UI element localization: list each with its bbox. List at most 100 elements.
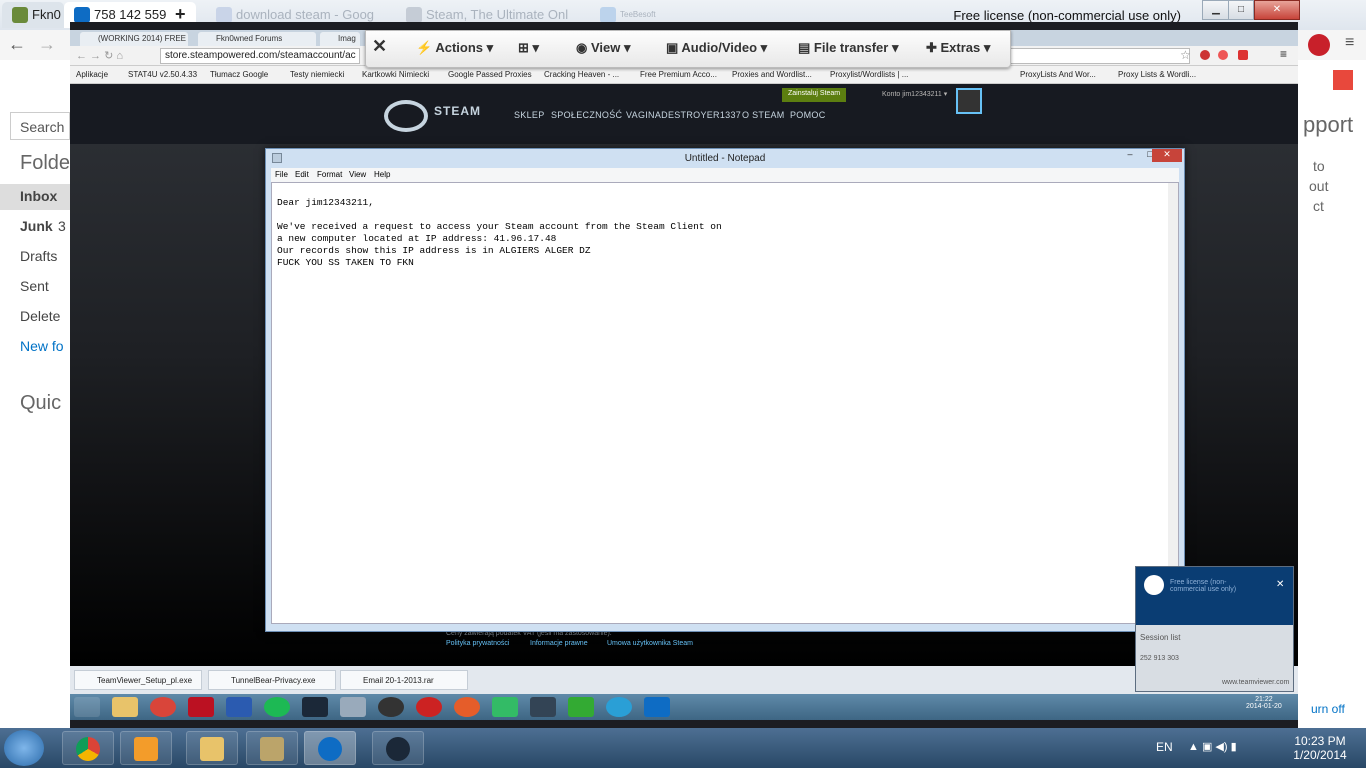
tv-view-button[interactable]: ◉ View ▾ <box>576 40 631 56</box>
close-button[interactable]: ✕ <box>1254 0 1300 20</box>
menu-file[interactable]: File <box>275 170 288 179</box>
tv-close-icon[interactable]: ✕ <box>372 36 387 57</box>
taskbar-chrome[interactable] <box>62 731 114 765</box>
forward-icon[interactable]: → <box>38 34 56 55</box>
inner-url-field-right[interactable] <box>1000 48 1190 64</box>
taskbar-teamviewer[interactable] <box>304 731 356 765</box>
folder-drafts[interactable]: Drafts <box>20 248 57 264</box>
notepad-text-area[interactable]: Dear jim12343211, We've received a reque… <box>271 182 1179 624</box>
taskbar-explorer[interactable] <box>186 731 238 765</box>
bookmark-proxylists-and[interactable]: ProxyLists And Wor... <box>1020 70 1096 79</box>
folder-sent[interactable]: Sent <box>20 278 49 294</box>
download-item[interactable]: TeamViewer_Setup_pl.exe <box>74 670 202 690</box>
inner-tab-image[interactable]: Imag <box>320 32 360 46</box>
menu-icon[interactable]: ≡ <box>1345 34 1354 52</box>
inner-app3-icon[interactable] <box>378 697 404 717</box>
steam-logo-icon[interactable] <box>384 100 428 132</box>
notepad-scrollbar[interactable] <box>1168 183 1178 623</box>
folder-junk[interactable]: Junk <box>20 218 53 234</box>
bookmark-proxylist[interactable]: Proxylist/Wordlists | ... <box>830 70 908 79</box>
office-icon[interactable] <box>1333 70 1353 90</box>
inner-skype-icon[interactable] <box>606 697 632 717</box>
outer-tab-fkn0[interactable]: Fkn0 <box>2 2 64 28</box>
install-steam-button[interactable]: Zainstaluj Steam <box>782 88 847 102</box>
bookmark-kartkowki[interactable]: Kartkowki Nimiecki <box>362 70 429 79</box>
bookmark-free-premium[interactable]: Free Premium Acco... <box>640 70 717 79</box>
tv-extras-button[interactable]: ✚ Extras ▾ <box>926 40 990 56</box>
inner-nav-icons[interactable]: ← → ↻ ⌂ <box>76 49 123 62</box>
inner-url-field[interactable]: store.steampowered.com/steamaccount/ac <box>160 48 360 64</box>
taskbar-media-player[interactable] <box>120 731 172 765</box>
bookmark-cracking[interactable]: Cracking Heaven - ... <box>544 70 619 79</box>
inner-teamviewer-icon[interactable] <box>644 697 670 717</box>
tv-panel-close-icon[interactable]: ✕ <box>1276 579 1284 590</box>
menu-view[interactable]: View <box>349 170 366 179</box>
ssa-link[interactable]: Umowa użytkownika Steam <box>607 640 693 647</box>
star-icon[interactable]: ☆ <box>1180 48 1191 62</box>
inner-app6-icon[interactable] <box>492 697 518 717</box>
nav-profile[interactable]: VAGINADESTROYER1337 <box>626 110 741 120</box>
ext-red-icon[interactable] <box>1200 50 1210 60</box>
tv-panel-icons[interactable] <box>1136 603 1293 625</box>
inner-spotify-icon[interactable] <box>264 697 290 717</box>
extension-icon[interactable] <box>1308 34 1330 56</box>
start-button[interactable] <box>4 730 44 766</box>
tv-session-id[interactable]: 252 913 303 <box>1140 655 1179 662</box>
bookmark-translate[interactable]: Tłumacz Google <box>210 70 268 79</box>
privacy-link[interactable]: Polityka prywatności <box>446 640 509 647</box>
bookmark-testy[interactable]: Testy niemiecki <box>290 70 344 79</box>
download-item[interactable]: Email 20-1-2013.rar <box>340 670 468 690</box>
bookmark-proxies-wordlists[interactable]: Proxies and Wordlist... <box>732 70 812 79</box>
folder-deleted[interactable]: Delete <box>20 308 60 324</box>
adblock-icon[interactable] <box>1238 50 1248 60</box>
inner-start-icon[interactable] <box>74 697 100 717</box>
bookmark-proxy-lists[interactable]: Proxy Lists & Wordli... <box>1118 70 1196 79</box>
bookmark-proxies[interactable]: Google Passed Proxies <box>448 70 532 79</box>
menu-help[interactable]: Help <box>374 170 390 179</box>
menu-edit[interactable]: Edit <box>295 170 309 179</box>
ext-block-icon[interactable] <box>1218 50 1228 60</box>
back-icon[interactable]: ← <box>8 34 26 55</box>
notepad-content[interactable]: Dear jim12343211, We've received a reque… <box>277 197 722 269</box>
steam-wordmark[interactable]: STEAM <box>434 104 481 118</box>
tv-windows-button[interactable]: ⊞ ▾ <box>518 40 539 56</box>
notepad-close-button[interactable]: ✕ <box>1152 149 1182 162</box>
inner-tab-working[interactable]: (WORKING 2014) FREE $1 <box>80 32 188 46</box>
tv-audio-video-button[interactable]: ▣ Audio/Video ▾ <box>666 40 767 56</box>
inner-chrome-icon[interactable] <box>150 697 176 717</box>
folder-inbox[interactable]: Inbox <box>20 188 57 204</box>
system-clock[interactable]: 10:23 PM 1/20/2014 <box>1290 734 1350 762</box>
nav-about[interactable]: O STEAM <box>742 110 785 120</box>
bookmark-apps[interactable]: Aplikacje <box>76 70 108 79</box>
nav-help[interactable]: POMOC <box>790 110 826 120</box>
legal-link[interactable]: Informacje prawne <box>530 640 588 647</box>
inner-notepad-icon[interactable] <box>340 697 366 717</box>
inner-app-icon[interactable] <box>188 697 214 717</box>
outlook-search-box[interactable]: Search <box>10 112 70 140</box>
taskbar-steam[interactable] <box>372 731 424 765</box>
taskbar-security[interactable] <box>246 731 298 765</box>
nav-community[interactable]: SPOŁECZNOŚĆ <box>551 110 622 120</box>
download-item[interactable]: TunnelBear-Privacy.exe <box>208 670 336 690</box>
minimize-button[interactable]: ▁ <box>1202 0 1230 20</box>
inner-tab-fkn0wned[interactable]: Fkn0wned Forums <box>198 32 316 46</box>
inner-app4-icon[interactable] <box>416 697 442 717</box>
inner-app2-icon[interactable] <box>226 697 252 717</box>
inner-explorer-icon[interactable] <box>112 697 138 717</box>
bookmark-stat4u[interactable]: STAT4U v2.50.4.33 <box>128 70 197 79</box>
tv-actions-button[interactable]: ⚡ Actions ▾ <box>416 40 493 56</box>
maximize-button[interactable]: □ <box>1228 0 1254 20</box>
menu-format[interactable]: Format <box>317 170 342 179</box>
language-indicator[interactable]: EN <box>1156 740 1173 754</box>
inner-menu-icon[interactable]: ≡ <box>1280 47 1287 61</box>
tray-icons[interactable]: ▲ ▣ ◀) ▮ <box>1188 740 1237 753</box>
nav-store[interactable]: SKLEP <box>514 110 545 120</box>
notepad-minimize-button[interactable]: – <box>1120 149 1140 161</box>
inner-app5-icon[interactable] <box>454 697 480 717</box>
tv-file-transfer-button[interactable]: ▤ File transfer ▾ <box>798 40 898 56</box>
avatar[interactable] <box>956 88 982 114</box>
inner-steam-icon[interactable] <box>302 697 328 717</box>
tv-site-link[interactable]: www.teamviewer.com <box>1222 679 1289 686</box>
new-folder-link[interactable]: New fo <box>20 338 64 354</box>
notepad-window[interactable]: Untitled - Notepad – □ ✕ File Edit Forma… <box>265 148 1185 632</box>
